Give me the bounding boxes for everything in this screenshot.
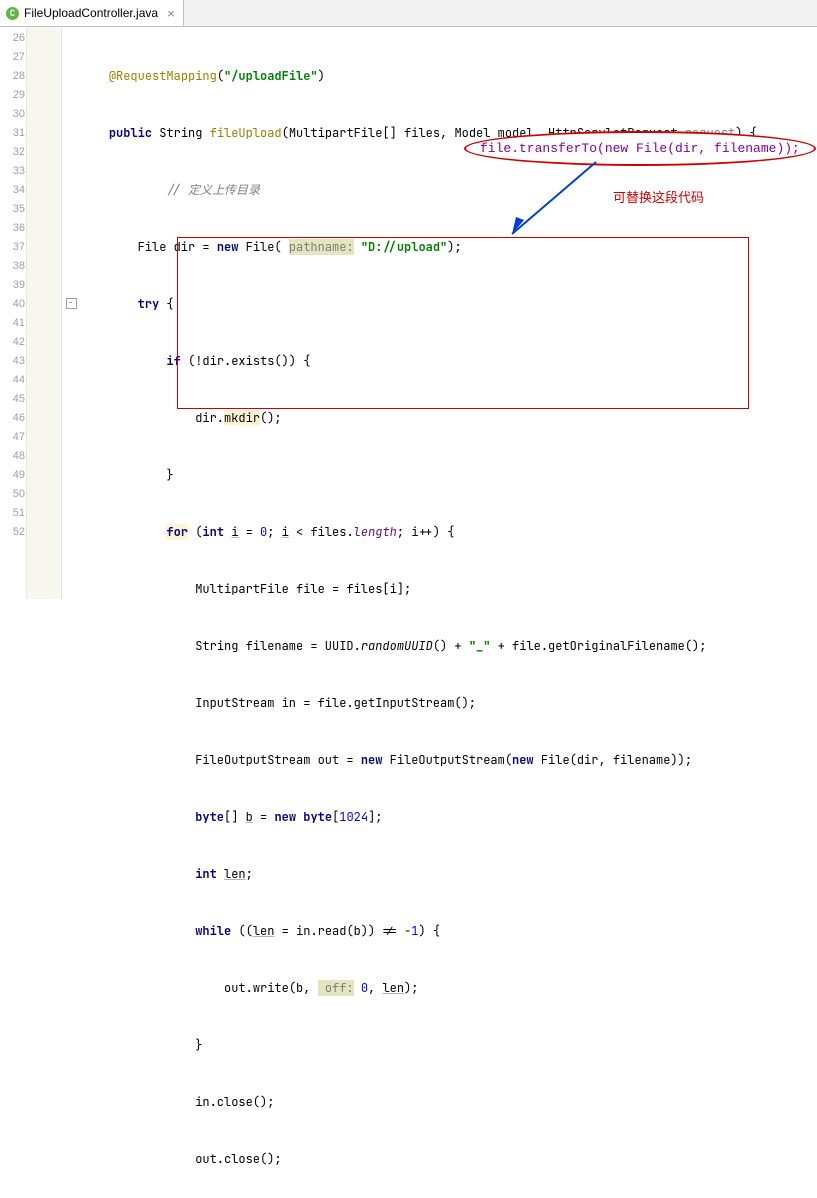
code-line[interactable]: } <box>62 466 817 485</box>
line-number[interactable]: 40 <box>0 295 61 314</box>
inline-hint: pathname: <box>289 239 354 255</box>
annotation-box <box>177 237 749 409</box>
line-number[interactable]: 46 <box>0 409 61 428</box>
code-line[interactable]: InputStream in = file.getInputStream(); <box>62 694 817 713</box>
code-line[interactable]: FileOutputStream out = new FileOutputStr… <box>62 751 817 770</box>
code-line[interactable]: int len; <box>62 865 817 884</box>
line-number[interactable]: 28 <box>0 67 61 86</box>
code-line[interactable]: in.close(); <box>62 1093 817 1112</box>
line-number[interactable]: 50 <box>0 485 61 504</box>
annotation: @RequestMapping <box>109 68 217 84</box>
line-number[interactable]: 43 <box>0 352 61 371</box>
line-number[interactable]: 33 <box>0 162 61 181</box>
line-number[interactable]: 34 <box>0 181 61 200</box>
code-area[interactable]: @RequestMapping("/uploadFile") public St… <box>62 27 817 599</box>
line-number[interactable]: 27 <box>0 48 61 67</box>
code-line[interactable]: public String fileUpload(MultipartFile[]… <box>62 124 817 143</box>
line-number[interactable]: 31 <box>0 124 61 143</box>
code-line[interactable]: if (!dir.exists()) { <box>62 352 817 371</box>
code-line[interactable]: byte[] b = new byte[1024]; <box>62 808 817 827</box>
editor: 26 27 28 29 30 31 32 33 34 35 36 37 38 3… <box>0 27 817 599</box>
code-line[interactable]: } <box>62 1036 817 1055</box>
line-number[interactable]: 47 <box>0 428 61 447</box>
line-numbers: 26 27 28 29 30 31 32 33 34 35 36 37 38 3… <box>0 29 61 542</box>
line-number[interactable]: 52 <box>0 523 61 542</box>
line-number[interactable]: 42 <box>0 333 61 352</box>
line-number[interactable]: 36 <box>0 219 61 238</box>
line-number[interactable]: 41 <box>0 314 61 333</box>
code-line[interactable]: MultipartFile file = files[i]; <box>62 580 817 599</box>
line-number[interactable]: 45 <box>0 390 61 409</box>
line-number[interactable]: 38 <box>0 257 61 276</box>
code-line[interactable]: for (int i = 0; i < files.length; i++) { <box>62 523 817 542</box>
code-line[interactable]: try { <box>62 295 817 314</box>
tab-bar: C FileUploadController.java × <box>0 0 817 27</box>
line-number[interactable]: 39 <box>0 276 61 295</box>
line-number[interactable]: 44 <box>0 371 61 390</box>
code-line[interactable]: out.close(); <box>62 1150 817 1169</box>
method-name: fileUpload <box>210 125 282 141</box>
file-tab[interactable]: C FileUploadController.java × <box>0 0 184 26</box>
gutter: 26 27 28 29 30 31 32 33 34 35 36 37 38 3… <box>0 27 62 599</box>
line-number[interactable]: 35 <box>0 200 61 219</box>
code-line[interactable]: while ((len = in.read(b)) != -1) { <box>62 922 817 941</box>
string-literal: "/uploadFile" <box>224 68 318 84</box>
tab-title: FileUploadController.java <box>24 6 158 20</box>
inline-hint: off: <box>318 980 354 996</box>
line-number[interactable]: 26 <box>0 29 61 48</box>
close-icon[interactable]: × <box>167 6 175 21</box>
tab-bar-space <box>184 0 817 26</box>
line-number[interactable]: 49 <box>0 466 61 485</box>
code-line[interactable]: String filename = UUID.randomUUID() + "_… <box>62 637 817 656</box>
line-number[interactable]: 51 <box>0 504 61 523</box>
java-class-icon: C <box>6 7 19 20</box>
code-line[interactable]: File dir = new File( pathname: "D://uplo… <box>62 238 817 257</box>
line-number[interactable]: 32 <box>0 143 61 162</box>
code-line[interactable]: out.write(b, off: 0, len); <box>62 979 817 998</box>
line-number[interactable]: 29 <box>0 86 61 105</box>
comment: // 定义上传目录 <box>166 182 260 198</box>
code-line[interactable]: @RequestMapping("/uploadFile") <box>62 67 817 86</box>
line-number[interactable]: 48 <box>0 447 61 466</box>
code-line[interactable]: // 定义上传目录 <box>62 181 817 200</box>
line-number[interactable]: 37 <box>0 238 61 257</box>
code-line[interactable]: dir.mkdir(); <box>62 409 817 428</box>
line-number[interactable]: 30 <box>0 105 61 124</box>
